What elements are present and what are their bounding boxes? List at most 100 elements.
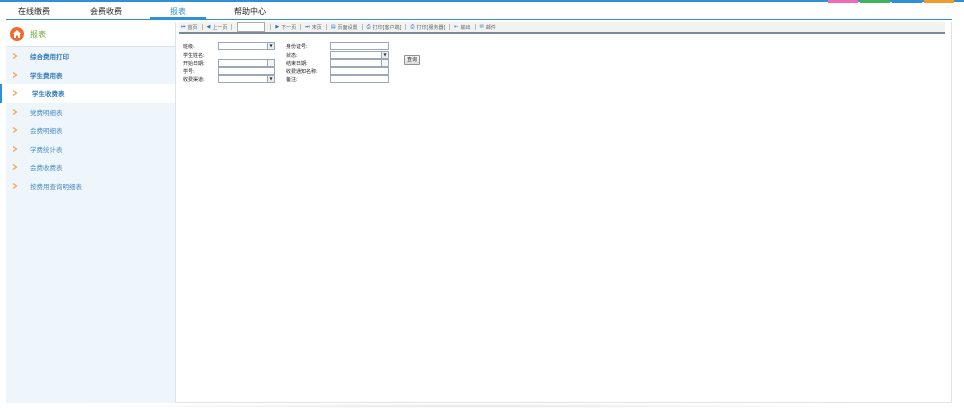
sidebar-item-member-fee-detail[interactable]: 会费明细表	[6, 121, 175, 140]
toolbar-divider	[201, 24, 203, 30]
notice-name-input[interactable]	[330, 67, 389, 75]
query-button[interactable]: 查询	[404, 55, 420, 65]
id-card-input[interactable]	[330, 42, 389, 50]
form-row: 开始日期:	[183, 59, 275, 67]
arrow-right-icon	[12, 108, 18, 115]
print-client-button[interactable]: ⎙ 打印[客户端]	[367, 24, 402, 31]
print-server-button[interactable]: ⎙ 打印[服务器]	[410, 24, 445, 31]
sidebar-item-comprehensive-print[interactable]: 综合费用打印	[6, 47, 175, 66]
student-name-label: 学生姓名:	[183, 52, 205, 59]
toolbar-divider	[474, 24, 476, 30]
chevron-down-icon: ▼	[267, 76, 274, 82]
form-row: 收费渠道: ▼	[183, 75, 275, 83]
start-date-input[interactable]	[218, 59, 275, 67]
tab-member-fee[interactable]: 会费收费	[78, 4, 134, 19]
sidebar-item-label: 学生费用表	[30, 71, 63, 80]
report-panel: ⏮ 首页 ◀ 上一页 ▶ 下一页 ⏭ 末页 ▤ 页面设置 ⎙ 打印[客户端] ⎙…	[176, 22, 952, 403]
printer-icon: ⎙	[410, 24, 415, 30]
mail-button[interactable]: ✉ 邮件	[480, 24, 496, 31]
student-number-label: 学号:	[183, 68, 195, 75]
form-row: 班级: ▼	[183, 42, 275, 50]
sidebar-item-label: 综合费用打印	[30, 53, 69, 62]
channel-select[interactable]: ▼	[218, 75, 275, 83]
bottom-shadow	[70, 404, 870, 408]
first-page-icon: ⏮	[181, 24, 186, 30]
form-row: 学号:	[183, 67, 275, 75]
calendar-icon[interactable]	[381, 60, 388, 66]
page-setup-icon: ▤	[330, 24, 336, 30]
export-button[interactable]: ⇤ 输出	[454, 24, 470, 31]
sidebar-header: 报表	[6, 22, 175, 47]
sidebar-item-member-fee-charge[interactable]: 会费收费表	[6, 158, 175, 177]
mail-label: 邮件	[485, 24, 496, 31]
tab-online-payment[interactable]: 在线缴费	[6, 4, 62, 19]
form-row: 状态: ▼	[286, 51, 389, 59]
export-label: 输出	[460, 24, 471, 31]
last-page-button[interactable]: ⏭ 末页	[305, 24, 322, 31]
form-row: 身份证号:	[286, 42, 389, 50]
toolbar-divider	[405, 24, 407, 30]
arrow-right-icon	[12, 164, 18, 171]
sidebar-item-label: 学生收费表	[32, 90, 65, 99]
sidebar-item-fee-query-detail[interactable]: 按费用查询明细表	[6, 177, 175, 196]
sidebar-item-party-fee-detail[interactable]: 党费明细表	[6, 103, 175, 122]
top-accent-stripe	[0, 0, 964, 2]
chevron-down-icon: ▼	[381, 52, 388, 58]
form-row: 结束日期:	[286, 59, 389, 67]
printer-icon: ⎙	[366, 24, 371, 30]
calendar-icon[interactable]	[267, 60, 274, 66]
page-setup-label: 页面设置	[337, 24, 358, 31]
arrow-right-icon	[12, 182, 18, 189]
top-nav: 在线缴费 会费收费 报表 帮助中心	[6, 3, 952, 20]
arrow-right-icon	[12, 145, 18, 152]
prev-page-icon: ◀	[206, 24, 211, 30]
form-row: 备注:	[286, 75, 389, 83]
sidebar-item-label: 按费用查询明细表	[30, 182, 82, 191]
arrow-right-icon	[12, 71, 18, 78]
report-toolbar: ⏮ 首页 ◀ 上一页 ▶ 下一页 ⏭ 末页 ▤ 页面设置 ⎙ 打印[客户端] ⎙…	[179, 22, 945, 34]
student-number-input[interactable]	[218, 67, 275, 75]
mail-icon: ✉	[479, 24, 484, 30]
first-page-button[interactable]: ⏮ 首页	[181, 24, 198, 31]
form-row: 学生姓名:	[183, 51, 275, 59]
toolbar-divider	[270, 24, 272, 30]
status-select[interactable]: ▼	[330, 51, 389, 59]
id-card-label: 身份证号:	[286, 43, 308, 50]
export-icon: ⇤	[454, 24, 459, 30]
sidebar-item-student-fee-table[interactable]: 学生费用表	[6, 66, 175, 85]
arrow-right-icon	[12, 127, 18, 134]
start-date-label: 开始日期:	[183, 60, 205, 67]
tab-reports[interactable]: 报表	[150, 4, 206, 19]
sidebar-item-tuition-stats[interactable]: 学费统计表	[6, 140, 175, 159]
notice-name-label: 收费通知名称:	[286, 68, 318, 75]
toolbar-divider	[231, 24, 233, 30]
class-select[interactable]: ▼	[218, 42, 275, 50]
prev-page-label: 上一页	[212, 24, 228, 31]
remark-input[interactable]	[330, 75, 389, 83]
page-number-input[interactable]	[237, 22, 266, 32]
arrow-right-icon	[12, 90, 18, 97]
sidebar: 报表 综合费用打印 学生费用表 学生收费表 党费明细表 会费明细表 学费统计表 …	[0, 22, 176, 403]
toolbar-divider	[361, 24, 363, 30]
prev-page-button[interactable]: ◀ 上一页	[207, 24, 228, 31]
remark-label: 备注:	[286, 76, 298, 83]
next-page-icon: ▶	[275, 24, 280, 30]
status-label: 状态:	[286, 52, 298, 59]
sidebar-item-student-charge-table[interactable]: 学生收费表	[0, 84, 175, 103]
class-label: 班级:	[183, 43, 195, 50]
end-date-label: 结束日期:	[286, 60, 308, 67]
next-page-button[interactable]: ▶ 下一页	[275, 24, 296, 31]
toolbar-divider	[449, 24, 451, 30]
sidebar-item-label: 党费明细表	[30, 108, 63, 117]
channel-label: 收费渠道:	[183, 76, 205, 83]
student-name-input[interactable]	[218, 51, 275, 59]
sidebar-item-label: 会费收费表	[30, 164, 63, 173]
page-setup-button[interactable]: ▤ 页面设置	[331, 24, 358, 31]
next-page-label: 下一页	[281, 24, 297, 31]
home-icon	[10, 27, 24, 41]
end-date-input[interactable]	[330, 59, 389, 67]
toolbar-divider	[325, 24, 327, 30]
tab-help-center[interactable]: 帮助中心	[222, 4, 278, 19]
last-page-label: 末页	[311, 24, 322, 31]
print-server-label: 打印[服务器]	[416, 24, 446, 31]
